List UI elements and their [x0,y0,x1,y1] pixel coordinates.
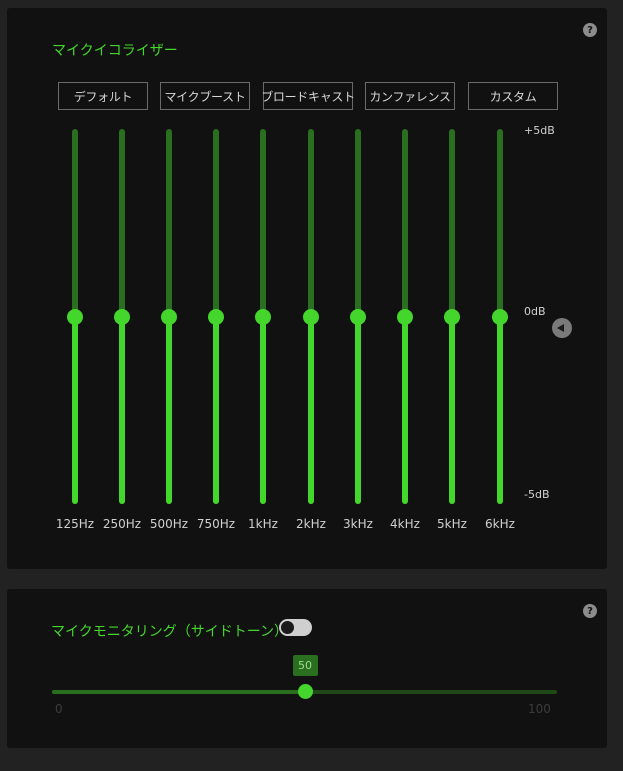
sidetone-slider-fill [52,690,305,694]
eq-band: 500Hz [149,129,189,539]
eq-band: 125Hz [55,129,95,539]
question-mark-icon[interactable]: ? [583,23,597,37]
mic-monitoring-panel: ? マイクモニタリング（サイドトーン） 50 0 100 [7,589,607,748]
eq-band-fill [355,316,361,504]
monitoring-title: マイクモニタリング（サイドトーン） [51,624,289,640]
sidetone-slider-track[interactable] [52,684,557,699]
eq-band: 4kHz [385,129,425,539]
slider-value-badge: 50 [292,655,318,676]
eq-band-thumb[interactable] [492,308,508,325]
db-max-label: +5dB [524,124,555,137]
eq-band-fill [449,316,455,504]
eq-band: 2kHz [291,129,331,539]
eq-band-thumb[interactable] [350,308,366,325]
eq-band: 3kHz [338,129,378,539]
mic-equalizer-panel: ? マイクイコライザー デフォルト マイクブースト ブロードキャスト カンファレ… [7,8,607,569]
sidetone-toggle[interactable] [279,619,312,636]
eq-band-fill [497,316,503,504]
eq-band-fill [308,316,314,504]
eq-band-thumb[interactable] [67,308,83,325]
eq-band-thumb[interactable] [303,308,319,325]
eq-band-fill [260,316,266,504]
eq-band: 6kHz [480,129,520,539]
eq-band-thumb[interactable] [444,308,460,325]
preset-mic-boost-button[interactable]: マイクブースト [160,82,250,110]
eq-band-thumb[interactable] [255,308,271,325]
eq-band: 250Hz [102,129,142,539]
eq-band-fill [213,316,219,504]
slider-max-label: 100 [528,702,551,716]
question-mark-icon[interactable]: ? [583,604,597,618]
eq-band: 750Hz [196,129,236,539]
eq-band-thumb[interactable] [161,308,177,325]
db-min-label: -5dB [524,488,550,501]
preset-custom-button[interactable]: カスタム [468,82,558,110]
eq-band-fill [402,316,408,504]
preset-broadcast-button[interactable]: ブロードキャスト [261,82,355,110]
equalizer-title: マイクイコライザー [52,43,178,59]
db-mid-label: 0dB [524,305,546,318]
eq-band-fill [119,316,125,504]
eq-band-thumb[interactable] [208,308,224,325]
eq-band-thumb[interactable] [114,308,130,325]
sidetone-slider-thumb[interactable] [297,684,313,699]
eq-band-fill [72,316,78,504]
preset-conference-button[interactable]: カンファレンス [365,82,455,110]
slider-min-label: 0 [55,702,63,716]
eq-band-fill [166,316,172,504]
chevron-left-icon[interactable] [552,318,572,338]
eq-band-freq-label: 6kHz [485,517,515,531]
eq-band: 1kHz [243,129,283,539]
preset-default-button[interactable]: デフォルト [58,82,148,110]
toggle-knob [281,621,294,634]
eq-band: 5kHz [432,129,472,539]
eq-band-thumb[interactable] [397,308,413,325]
